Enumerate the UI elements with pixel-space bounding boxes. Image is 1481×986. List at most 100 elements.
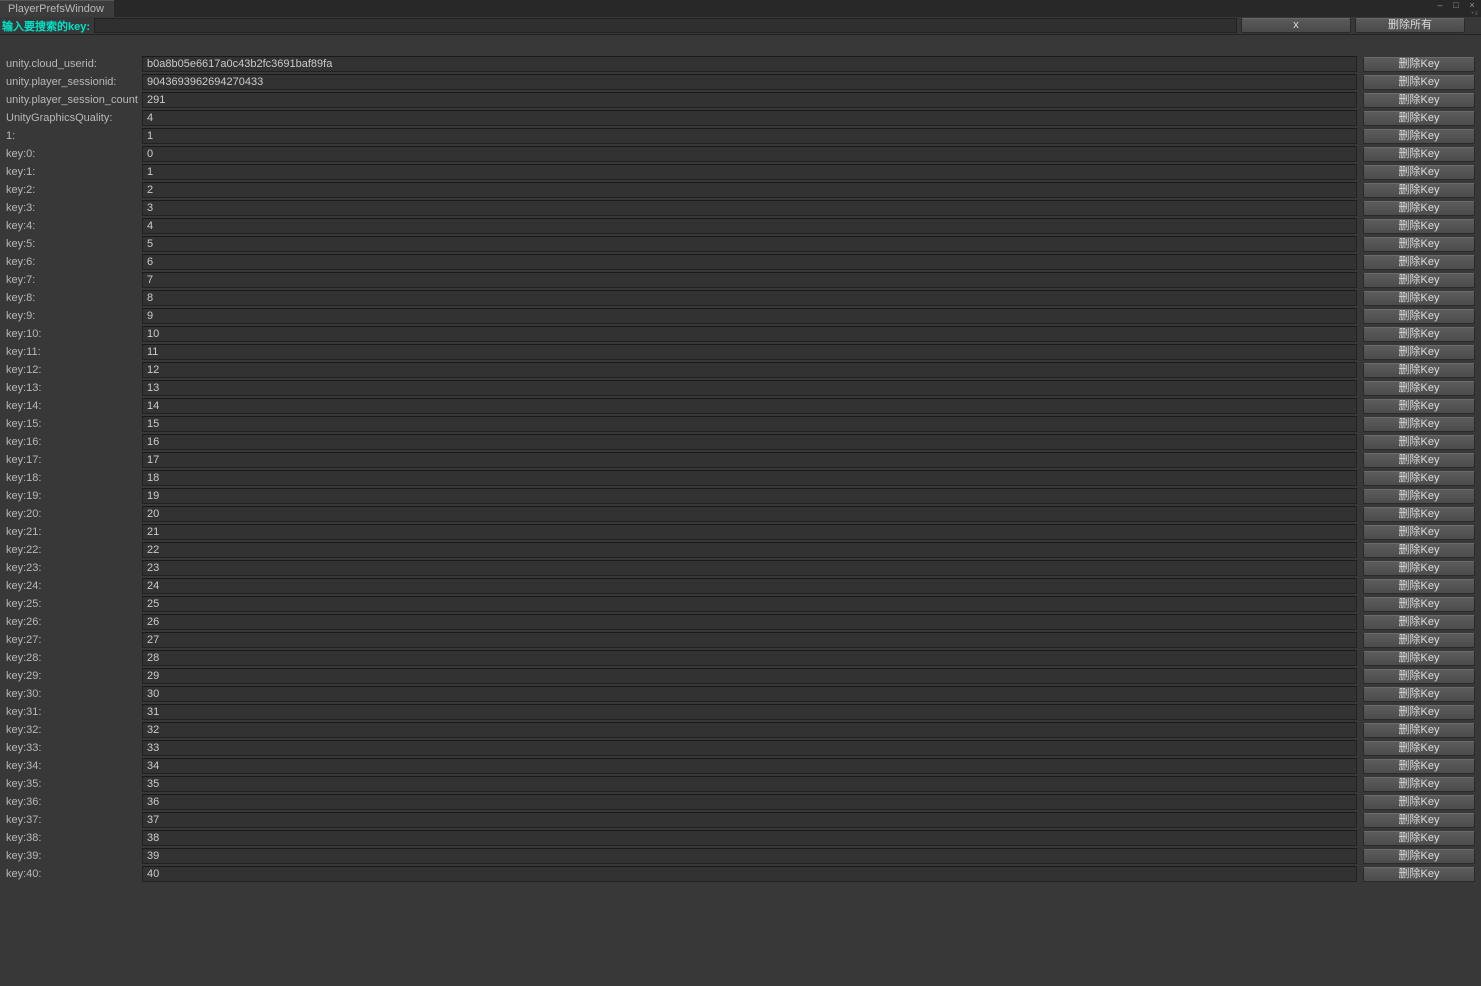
pref-value-input[interactable] bbox=[142, 254, 1357, 270]
delete-key-button[interactable]: 删除Key bbox=[1363, 507, 1475, 522]
pref-value-input[interactable] bbox=[142, 704, 1357, 720]
pref-value-input[interactable] bbox=[142, 794, 1357, 810]
delete-key-button[interactable]: 删除Key bbox=[1363, 597, 1475, 612]
pref-value-input[interactable] bbox=[142, 470, 1357, 486]
pref-value-input[interactable] bbox=[142, 200, 1357, 216]
pref-value-input[interactable] bbox=[142, 830, 1357, 846]
pref-value-input[interactable] bbox=[142, 614, 1357, 630]
delete-all-button[interactable]: 删除所有 bbox=[1355, 18, 1465, 33]
delete-key-button[interactable]: 删除Key bbox=[1363, 615, 1475, 630]
delete-key-button[interactable]: 删除Key bbox=[1363, 579, 1475, 594]
delete-key-button[interactable]: 删除Key bbox=[1363, 723, 1475, 738]
delete-key-button[interactable]: 删除Key bbox=[1363, 273, 1475, 288]
pref-value-input[interactable] bbox=[142, 488, 1357, 504]
delete-key-button[interactable]: 删除Key bbox=[1363, 381, 1475, 396]
delete-key-button[interactable]: 删除Key bbox=[1363, 525, 1475, 540]
pref-value-input[interactable] bbox=[142, 182, 1357, 198]
delete-key-button[interactable]: 删除Key bbox=[1363, 75, 1475, 90]
delete-key-button[interactable]: 删除Key bbox=[1363, 705, 1475, 720]
delete-key-button[interactable]: 删除Key bbox=[1363, 111, 1475, 126]
close-icon[interactable]: × bbox=[1465, 1, 1479, 11]
pref-value-input[interactable] bbox=[142, 290, 1357, 306]
delete-key-button[interactable]: 删除Key bbox=[1363, 237, 1475, 252]
pref-value-input[interactable] bbox=[142, 560, 1357, 576]
pref-value-input[interactable] bbox=[142, 110, 1357, 126]
pref-value-input[interactable] bbox=[142, 452, 1357, 468]
delete-key-button[interactable]: 删除Key bbox=[1363, 561, 1475, 576]
pref-value-input[interactable] bbox=[142, 848, 1357, 864]
delete-key-button[interactable]: 删除Key bbox=[1363, 651, 1475, 666]
delete-key-button[interactable]: 删除Key bbox=[1363, 849, 1475, 864]
delete-key-button[interactable]: 删除Key bbox=[1363, 831, 1475, 846]
delete-key-button[interactable]: 删除Key bbox=[1363, 867, 1475, 882]
clear-search-button[interactable]: x bbox=[1241, 18, 1351, 33]
delete-key-button[interactable]: 删除Key bbox=[1363, 417, 1475, 432]
delete-key-button[interactable]: 删除Key bbox=[1363, 795, 1475, 810]
delete-key-button[interactable]: 删除Key bbox=[1363, 759, 1475, 774]
delete-key-button[interactable]: 删除Key bbox=[1363, 399, 1475, 414]
delete-key-button[interactable]: 删除Key bbox=[1363, 813, 1475, 828]
delete-key-button[interactable]: 删除Key bbox=[1363, 147, 1475, 162]
delete-key-button[interactable]: 删除Key bbox=[1363, 201, 1475, 216]
pref-value-input[interactable] bbox=[142, 416, 1357, 432]
pref-value-input[interactable] bbox=[142, 164, 1357, 180]
pref-value-input[interactable] bbox=[142, 812, 1357, 828]
pref-value-input[interactable] bbox=[142, 236, 1357, 252]
delete-key-button[interactable]: 删除Key bbox=[1363, 129, 1475, 144]
pref-value-input[interactable] bbox=[142, 542, 1357, 558]
delete-key-button[interactable]: 删除Key bbox=[1363, 741, 1475, 756]
delete-key-button[interactable]: 删除Key bbox=[1363, 57, 1475, 72]
pref-value-input[interactable] bbox=[142, 272, 1357, 288]
delete-key-button[interactable]: 删除Key bbox=[1363, 345, 1475, 360]
delete-key-button[interactable]: 删除Key bbox=[1363, 633, 1475, 648]
delete-key-button[interactable]: 删除Key bbox=[1363, 543, 1475, 558]
pref-value-input[interactable] bbox=[142, 758, 1357, 774]
pref-value-input[interactable] bbox=[142, 308, 1357, 324]
maximize-icon[interactable]: □ bbox=[1449, 1, 1463, 11]
pref-value-input[interactable] bbox=[142, 740, 1357, 756]
pref-value-input[interactable] bbox=[142, 326, 1357, 342]
minimize-icon[interactable]: – bbox=[1433, 1, 1447, 11]
pref-value-input[interactable] bbox=[142, 722, 1357, 738]
delete-key-button[interactable]: 删除Key bbox=[1363, 327, 1475, 342]
delete-key-button[interactable]: 删除Key bbox=[1363, 255, 1475, 270]
drag-handle-icon[interactable]: •≡ bbox=[1471, 11, 1479, 17]
pref-value-input[interactable] bbox=[142, 56, 1357, 72]
delete-key-button[interactable]: 删除Key bbox=[1363, 687, 1475, 702]
pref-value-input[interactable] bbox=[142, 524, 1357, 540]
delete-key-button[interactable]: 删除Key bbox=[1363, 777, 1475, 792]
pref-value-input[interactable] bbox=[142, 668, 1357, 684]
pref-value-input[interactable] bbox=[142, 596, 1357, 612]
delete-key-button[interactable]: 删除Key bbox=[1363, 93, 1475, 108]
pref-value-input[interactable] bbox=[142, 866, 1357, 882]
delete-key-button[interactable]: 删除Key bbox=[1363, 489, 1475, 504]
pref-value-input[interactable] bbox=[142, 92, 1357, 108]
delete-key-button[interactable]: 删除Key bbox=[1363, 219, 1475, 234]
pref-value-input[interactable] bbox=[142, 776, 1357, 792]
window-tab[interactable]: PlayerPrefsWindow bbox=[0, 0, 114, 17]
delete-key-button[interactable]: 删除Key bbox=[1363, 471, 1475, 486]
delete-key-button[interactable]: 删除Key bbox=[1363, 183, 1475, 198]
search-input[interactable] bbox=[94, 18, 1237, 33]
pref-value-input[interactable] bbox=[142, 398, 1357, 414]
delete-key-button[interactable]: 删除Key bbox=[1363, 363, 1475, 378]
pref-value-input[interactable] bbox=[142, 506, 1357, 522]
pref-value-input[interactable] bbox=[142, 344, 1357, 360]
pref-value-input[interactable] bbox=[142, 380, 1357, 396]
pref-value-input[interactable] bbox=[142, 74, 1357, 90]
delete-key-button[interactable]: 删除Key bbox=[1363, 309, 1475, 324]
pref-value-input[interactable] bbox=[142, 650, 1357, 666]
pref-value-input[interactable] bbox=[142, 434, 1357, 450]
delete-key-button[interactable]: 删除Key bbox=[1363, 435, 1475, 450]
pref-value-input[interactable] bbox=[142, 146, 1357, 162]
pref-value-input[interactable] bbox=[142, 218, 1357, 234]
delete-key-button[interactable]: 删除Key bbox=[1363, 453, 1475, 468]
pref-value-input[interactable] bbox=[142, 578, 1357, 594]
delete-key-button[interactable]: 删除Key bbox=[1363, 669, 1475, 684]
delete-key-button[interactable]: 删除Key bbox=[1363, 165, 1475, 180]
pref-value-input[interactable] bbox=[142, 632, 1357, 648]
pref-value-input[interactable] bbox=[142, 362, 1357, 378]
pref-value-input[interactable] bbox=[142, 128, 1357, 144]
pref-value-input[interactable] bbox=[142, 686, 1357, 702]
delete-key-button[interactable]: 删除Key bbox=[1363, 291, 1475, 306]
